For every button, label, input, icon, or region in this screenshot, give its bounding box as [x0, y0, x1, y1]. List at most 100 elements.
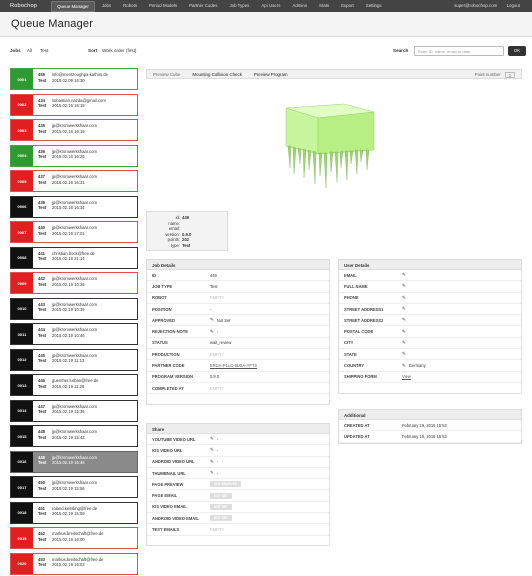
detail-value: - — [216, 329, 219, 335]
detail-key: IOS VIDEO EMAIL — [152, 504, 187, 510]
disabled-action-button[interactable]: NOT SET — [210, 492, 232, 499]
job-email: jp@kromwerkshaar.com — [52, 403, 97, 409]
job-card[interactable]: 0004 436 jp@kromwerkshaar.com Test 2015.02.1… — [10, 144, 138, 167]
jobs-filter-test[interactable]: Test — [40, 48, 48, 53]
job-email: roland.kessling@free.de — [52, 505, 98, 511]
tab-preview-cube[interactable]: Preview Cube — [153, 72, 180, 77]
job-card[interactable]: 0011 444 jp@kromwerkshaar.com Test 2015.02.1… — [10, 323, 138, 345]
job-card[interactable]: 0006 438 jp@kromwerkshaar.com Test 2015.02.1… — [10, 195, 138, 218]
detail-key: STREET ADDRESS2 — [344, 317, 384, 323]
edit-pencil-icon[interactable]: ✎ — [210, 329, 214, 335]
job-badge: 0007 — [11, 222, 33, 242]
mesh-preview[interactable] — [282, 102, 382, 192]
edit-pencil-icon[interactable]: ✎ — [210, 317, 214, 323]
edit-pencil-icon[interactable]: ✎ — [402, 272, 406, 278]
job-card[interactable]: 0009 442 jp@kromwerkshaar.com Test 2015.02.1… — [10, 272, 138, 294]
job-email: jp@kromwerkshaar.com — [52, 148, 97, 154]
job-type: Test — [38, 460, 47, 466]
job-badge: 0018 — [11, 502, 33, 523]
job-card[interactable]: 0002 434 sebastian.nazda@gmail.com Test 2015… — [10, 93, 138, 116]
tab-preview-program[interactable]: Preview Program — [254, 72, 288, 77]
job-card[interactable]: 0019 452 markus.breitschaft@free.de Test 201… — [10, 527, 138, 549]
job-date: 2015.02.19 15:56 — [52, 485, 85, 491]
job-email: markus.breitschaft@free.de — [52, 556, 104, 562]
job-date: 2015.02.16 16:19 — [52, 103, 85, 109]
job-email: jp@kromwerkshaar.com — [52, 327, 97, 332]
job-card[interactable]: 0012 445 jp@kromwerkshaar.com Test 2015.02.1… — [10, 348, 138, 371]
edit-pencil-icon[interactable]: ✎ — [210, 447, 214, 453]
nav-item-partner-codes[interactable]: Partner Codes — [184, 1, 222, 12]
detail-value: 449 — [210, 272, 217, 278]
job-card[interactable]: 0020 453 markus.breitschaft@free.de Test 201… — [10, 552, 138, 575]
job-badge: 0012 — [11, 349, 33, 370]
detail-row: PHONE ✎ — [339, 293, 521, 304]
edit-pencil-icon[interactable]: ✎ — [210, 459, 214, 465]
job-card[interactable]: 0015 448 jp@kromwerkshaar.com Test 2015.02.1… — [10, 425, 138, 447]
job-type: Test — [38, 409, 47, 415]
detail-value[interactable]: ERUA-P1LG-9USA-YFTS — [210, 363, 257, 368]
job-card[interactable]: 0005 437 jp@kromwerkshaar.com Test 2015.02.1… — [10, 170, 138, 192]
job-date: 2015.02.19 15:48 — [52, 460, 85, 466]
job-card[interactable]: 0014 447 jp@kromwerkshaar.com Test 2015.02.1… — [10, 399, 138, 422]
tab-mounting-collision-check[interactable]: Mounting Collision Check — [192, 72, 242, 77]
edit-pencil-icon[interactable]: ✎ — [402, 306, 406, 312]
detail-key: FULL NAME — [344, 283, 368, 289]
job-type: Test — [38, 103, 47, 109]
nav-item-stats[interactable]: Stats — [314, 1, 334, 12]
job-card[interactable]: 0010 443 jp@kromwerkshaar.com Test 2015.02.1… — [10, 297, 138, 320]
job-card[interactable]: 0018 451 roland.kessling@free.de Test 2015.0… — [10, 501, 138, 524]
jobs-filter-all[interactable]: All — [27, 48, 32, 53]
detail-row: TEST EMAILS EMPTY — [147, 524, 329, 536]
job-info: 453 markus.breitschaft@free.de Test 2015.02… — [33, 554, 104, 574]
job-info: 445 jp@kromwerkshaar.com Test 2015.02.19 11… — [33, 350, 97, 370]
job-info: 443 jp@kromwerkshaar.com Test 2015.02.19 10… — [33, 299, 97, 319]
nav-item-jobs[interactable]: Jobs — [97, 1, 116, 12]
point-number-input[interactable]: 1 — [505, 71, 515, 78]
job-card[interactable]: 0013 446 guenther.lurban@free.de Test 2015.0… — [10, 374, 138, 396]
job-date: 2015.02.16 16:31 — [52, 179, 85, 185]
sort-select[interactable]: Work order (first) — [102, 48, 136, 53]
nav-item-export[interactable]: Export — [336, 1, 359, 12]
edit-pencil-icon[interactable]: ✎ — [210, 436, 214, 442]
job-card[interactable]: 0008 441 christian.bock@free.de Test 2015.02… — [10, 246, 138, 269]
disabled-action-button[interactable]: NOT SET — [210, 515, 232, 522]
edit-pencil-icon[interactable]: ✎ — [402, 351, 406, 357]
disabled-action-button[interactable]: NOT SET — [210, 503, 232, 510]
user-email[interactable]: super@robochop.com — [454, 3, 497, 8]
brand-logo[interactable]: Robochop — [10, 3, 37, 9]
search-input[interactable]: Enter ID, name, email or date — [414, 46, 504, 56]
job-type: Test — [38, 358, 47, 364]
nav-item-api-users[interactable]: Api Users — [256, 1, 285, 12]
job-type: Test — [38, 434, 47, 440]
job-badge: 0015 — [11, 426, 33, 446]
edit-pencil-icon[interactable]: ✎ — [402, 363, 406, 369]
edit-pencil-icon[interactable]: ✎ — [402, 317, 406, 323]
edit-pencil-icon[interactable]: ✎ — [402, 283, 406, 289]
edit-pencil-icon[interactable]: ✎ — [402, 329, 406, 335]
edit-pencil-icon[interactable]: ✎ — [210, 470, 214, 476]
search-ok-button[interactable]: OK — [508, 46, 526, 56]
disabled-action-button[interactable]: NOT ENABLED — [210, 481, 242, 488]
job-badge: 0003 — [11, 120, 33, 140]
logout-link[interactable]: Logout — [507, 3, 520, 8]
job-card[interactable]: 0003 435 jp@kromwerkshaar.com Test 2015.02.1… — [10, 119, 138, 141]
detail-key: ID — [152, 272, 157, 278]
nav-item-job-types[interactable]: Job Types — [224, 1, 254, 12]
job-badge: 0017 — [11, 477, 33, 497]
edit-pencil-icon[interactable]: ✎ — [402, 340, 406, 346]
detail-row: YOUTUBE VIDEO URL ✎ - — [147, 434, 329, 446]
nav-item-robots[interactable]: Robots — [118, 1, 142, 12]
job-card[interactable]: 0001 455 info@mentzoughpa-kathos.de Test 201… — [10, 68, 138, 90]
job-card[interactable]: 0017 450 jp@kromwerkshaar.com Test 2015.02.1… — [10, 476, 138, 498]
job-card[interactable]: 0016 449 jp@kromwerkshaar.com Test 2015.02.1… — [10, 450, 138, 473]
job-info: 449 jp@kromwerkshaar.com Test 2015.02.19 15… — [33, 452, 97, 472]
nav-item-admins[interactable]: Admins — [287, 1, 312, 12]
nav-item-queue-manager[interactable]: Queue Manager — [51, 0, 95, 12]
nav-item-settings[interactable]: Settings — [361, 1, 387, 12]
detail-key: CITY — [344, 340, 354, 346]
job-card[interactable]: 0007 440 jp@kromwerkshaar.com Test 2015.02.1… — [10, 221, 138, 243]
edit-pencil-icon[interactable]: ✎ — [402, 295, 406, 301]
detail-value[interactable]: View — [402, 374, 411, 379]
nav-item-period-models[interactable]: Period Models — [144, 1, 182, 12]
job-date: 2015.02.16 16:26 — [52, 154, 85, 160]
